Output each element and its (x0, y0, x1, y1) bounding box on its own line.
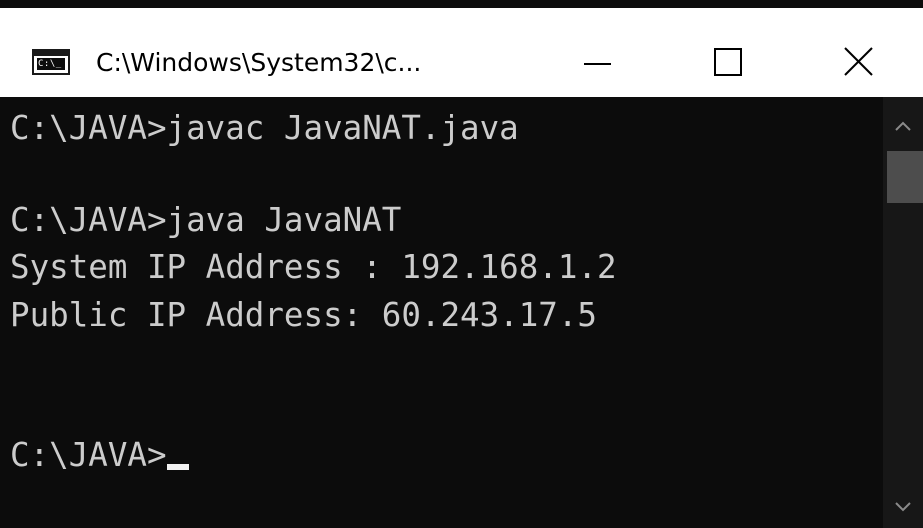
console-prompt: C:\JAVA> (10, 436, 167, 474)
window-title: C:\Windows\System32\c... (96, 48, 422, 77)
chevron-down-icon (895, 502, 911, 512)
maximize-icon (714, 48, 742, 76)
minimize-button[interactable] (532, 16, 662, 105)
maximize-button[interactable] (662, 16, 792, 105)
minimize-icon (584, 63, 611, 65)
console-output[interactable]: C:\JAVA>javac JavaNAT.java C:\JAVA>java … (0, 97, 883, 528)
close-icon (844, 47, 873, 76)
console-line-5: Public IP Address: 60.243.17.5 (10, 296, 597, 334)
console-line-1: C:\JAVA>javac JavaNAT.java (10, 109, 519, 147)
scroll-thumb[interactable] (887, 151, 923, 203)
console-line-4: System IP Address : 192.168.1.2 (10, 248, 617, 286)
close-button[interactable] (792, 16, 923, 105)
scroll-up-button[interactable] (883, 105, 923, 145)
title-bar[interactable]: C:\_ C:\Windows\System32\c... (0, 0, 923, 97)
text-cursor (166, 464, 189, 470)
console-line-3: C:\JAVA>java JavaNAT (10, 201, 402, 239)
console-prompt-line[interactable]: C:\JAVA> (10, 430, 189, 480)
app-icon-bar (34, 51, 68, 56)
app-icon-text: C:\_ (37, 58, 65, 70)
console-window: C:\_ C:\Windows\System32\c... C:\JAVA>ja… (0, 0, 923, 528)
vertical-scrollbar[interactable] (883, 97, 923, 528)
chevron-up-icon (895, 121, 911, 131)
console-app-icon[interactable]: C:\_ (32, 49, 70, 75)
scroll-down-button[interactable] (883, 488, 923, 528)
